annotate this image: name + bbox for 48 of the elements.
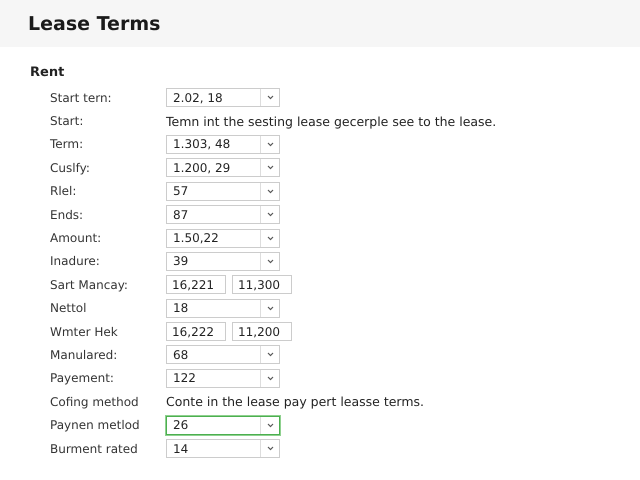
input-field[interactable]: 16,222 [166, 322, 226, 342]
field-label: Nettol [50, 301, 88, 316]
caret-icon [266, 422, 274, 428]
dropdown-field[interactable]: 39 [166, 252, 280, 271]
field-label: Cofing method [50, 394, 140, 409]
dropdown-field[interactable]: 2.02, 18 [166, 88, 280, 108]
dropdown-field[interactable]: 1.200, 29 [166, 158, 280, 178]
description-text: Conte in the lease pay pert leasse terms. [166, 394, 424, 410]
field-label: Ends: [50, 208, 84, 222]
input-field[interactable]: 11,300 [232, 275, 292, 294]
caret-icon [266, 165, 274, 170]
field-label: Amount: [50, 231, 102, 246]
description-text: Temn int the sesting lease gecerple see to the lease. [166, 114, 496, 129]
field-label: Burment rated [50, 442, 139, 456]
dropdown-field[interactable]: 18 [166, 298, 280, 318]
input-field[interactable]: 16,221 [166, 275, 226, 294]
dropdown-field[interactable]: 68 [166, 345, 280, 364]
caret-icon [266, 142, 274, 147]
field-label: Payement: [50, 371, 115, 386]
dropdown-field[interactable]: 87 [166, 205, 280, 224]
field-label: Sart Mancay: [50, 278, 129, 292]
dropdown-field[interactable]: 14 [166, 439, 280, 458]
field-label: Cuslfy: [50, 160, 91, 175]
caret-icon [266, 236, 274, 241]
dropdown-field[interactable]: 122 [166, 368, 280, 388]
page-title: Lease Terms [28, 12, 160, 34]
field-label: Rlel: [50, 184, 78, 198]
caret-icon [266, 306, 274, 311]
section-title: Rent [30, 65, 66, 80]
caret-icon [266, 212, 274, 218]
caret-icon [266, 258, 274, 264]
dropdown-field[interactable]: 26 [166, 416, 280, 435]
field-label: Wmter Hek [50, 324, 119, 339]
caret-icon [266, 446, 274, 452]
caret-icon [266, 188, 274, 194]
field-label: Paynen metlod [50, 418, 141, 432]
field-label: Manulared: [50, 348, 118, 362]
dropdown-field[interactable]: 1.50,22 [166, 228, 280, 248]
dropdown-field[interactable]: 1.303, 48 [166, 134, 280, 154]
caret-icon [266, 352, 274, 358]
caret-icon [266, 376, 274, 381]
input-field[interactable]: 11,200 [232, 322, 292, 342]
caret-icon [266, 95, 274, 100]
field-label: Start tern: [50, 90, 113, 105]
field-label: Inadure: [50, 254, 101, 268]
field-label: Term: [50, 137, 84, 152]
field-label: Start: [50, 114, 84, 128]
dropdown-field[interactable]: 57 [166, 182, 280, 201]
